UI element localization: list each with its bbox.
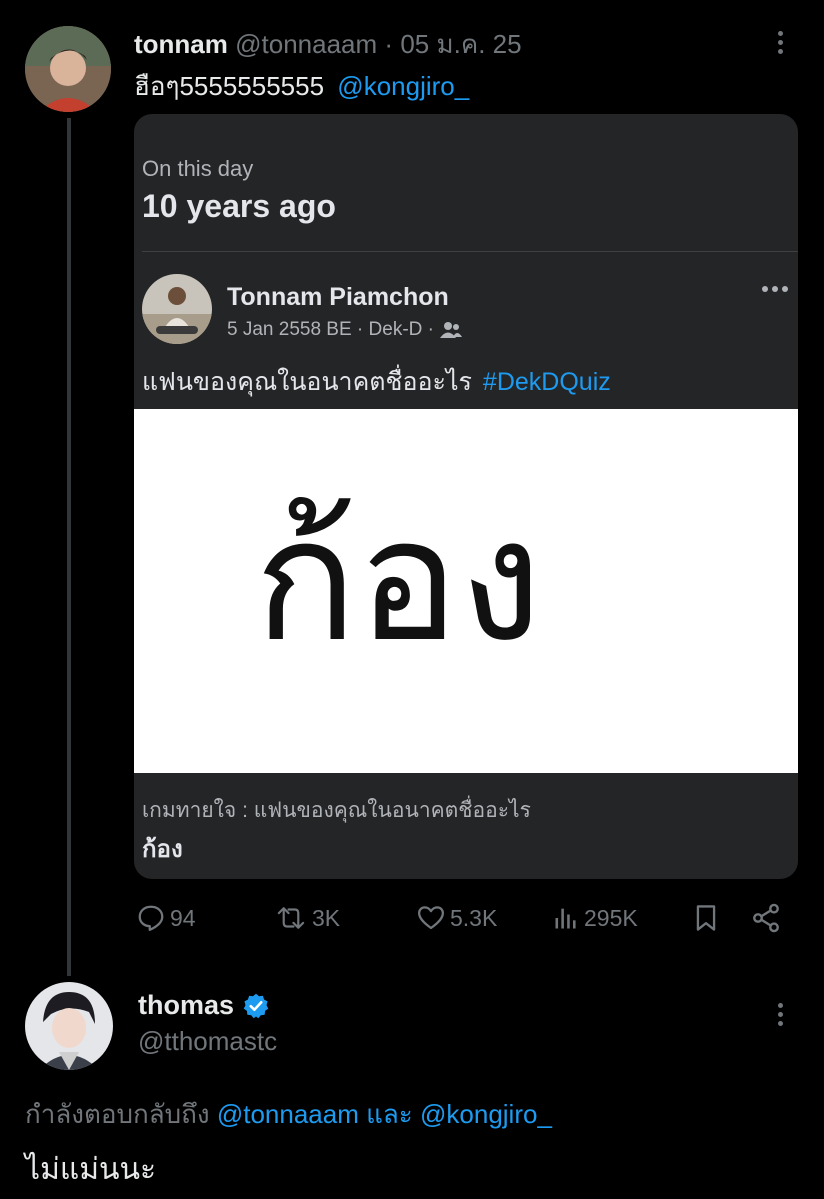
like-button[interactable]: 5.3K [416,900,497,936]
views-button[interactable]: 295K [552,900,638,936]
tweet-more-icon[interactable] [777,31,783,54]
friends-icon [439,322,462,338]
replying-to: กำลังตอบกลับถึง @tonnaaam และ @kongjiro_ [25,1094,552,1135]
post-meta: 5 Jan 2558 BE · Dek-D · [227,319,434,340]
replying-user-2[interactable]: @kongjiro_ [420,1099,552,1129]
tweet-avatar[interactable] [25,26,111,112]
card-divider [142,251,798,252]
post-text: แฟนของคุณในอนาคตชื่ออะไร [142,368,472,396]
post-text-row: แฟนของคุณในอนาคตชื่ออะไร #DekDQuiz [142,362,611,402]
tweet-header: tonnam @tonnaaam · 05 ม.ค. 25 [134,24,522,65]
caption-answer: ก้อง [142,836,183,863]
reply-icon [138,905,164,931]
caption-title: เกมทายใจ : แฟนของคุณในอนาคตชื่ออะไร [142,799,531,822]
reply-count: 94 [170,904,196,931]
verified-badge-icon [243,993,269,1018]
post-author-avatar[interactable] [142,274,212,344]
thread-line [67,118,71,976]
repost-count: 3K [312,904,341,931]
views-icon [555,908,576,929]
reply-text: ไม่แม่นนะ [25,1153,157,1186]
reply-more-icon[interactable] [777,1003,783,1026]
tweet-text: ฮือๆ5555555555 @kongjiro_ [134,66,469,107]
reply-handle[interactable]: @tthomastc [138,1026,277,1057]
post-hashtag[interactable]: #DekDQuiz [483,368,611,396]
card-headline: 10 years ago [142,188,336,224]
tweet-body: ฮือๆ5555555555 [134,71,325,101]
reply-display-name[interactable]: thomas [138,990,234,1021]
replying-user-1[interactable]: @tonnaaam [217,1099,359,1129]
tweet-handle[interactable]: @tonnaaam [235,29,377,59]
quiz-image[interactable]: ก้อง [134,409,798,773]
tweet-display-name[interactable]: tonnam [134,29,228,59]
post-meta-row: 5 Jan 2558 BE · Dek-D · [227,319,462,341]
repost-icon [277,907,305,929]
bookmark-button[interactable] [692,900,720,936]
replying-and: และ [366,1099,413,1129]
replying-prefix: กำลังตอบกลับถึง [25,1099,210,1129]
repost-button[interactable]: 3K [274,900,340,936]
views-count: 295K [584,904,638,931]
share-icon [753,903,779,933]
card-section-label: On this day [142,156,254,181]
share-button[interactable] [750,900,782,936]
reply-name-row: thomas [138,990,270,1021]
header-separator: · [384,29,394,59]
bookmark-icon [696,905,716,931]
post-author-name[interactable]: Tonnam Piamchon [227,283,449,312]
reply-avatar[interactable] [25,982,113,1070]
reply-button[interactable]: 94 [136,900,196,936]
tweet-date[interactable]: 05 ม.ค. 25 [400,29,521,59]
like-count: 5.3K [450,904,498,931]
like-icon [418,906,444,930]
quiz-image-text: ก้อง [254,482,543,680]
post-more-icon[interactable] [762,286,788,292]
memory-card[interactable]: On this day 10 years ago Tonnam Piamchon… [134,114,798,879]
tweet-mention[interactable]: @kongjiro_ [337,71,469,101]
